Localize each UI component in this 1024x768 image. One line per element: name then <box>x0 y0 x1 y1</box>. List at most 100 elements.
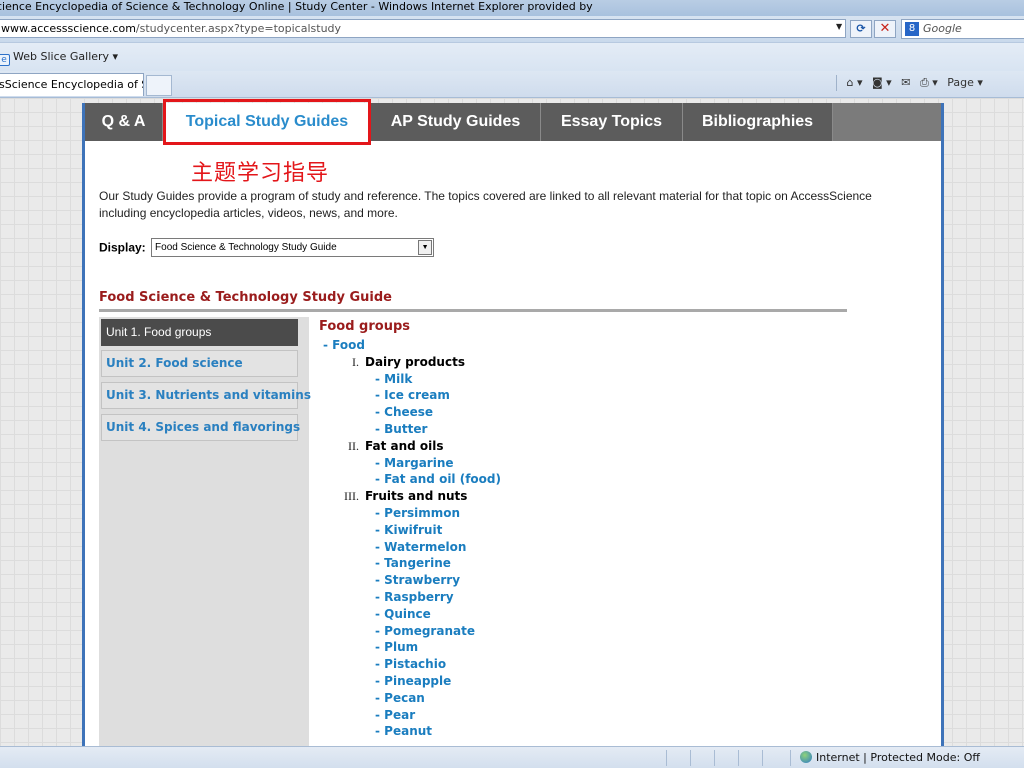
category-numeral: I. <box>352 354 359 369</box>
mail-icon[interactable]: ✉ <box>901 76 910 89</box>
category-numeral: II. <box>348 438 359 453</box>
status-divider <box>762 750 763 766</box>
google-icon: 8 <box>905 22 919 36</box>
topic-link[interactable]: - Butter <box>375 422 427 436</box>
search-placeholder: Google <box>923 22 962 35</box>
topic-link[interactable]: - Watermelon <box>375 540 466 554</box>
status-divider <box>790 750 791 766</box>
tab-topical-study-guides[interactable]: Topical Study Guides <box>163 103 371 141</box>
list-item: - Watermelon <box>319 539 839 556</box>
topic-link[interactable]: - Tangerine <box>375 556 451 570</box>
browser-tab-title: sScience Encyclopedia of Sci... <box>0 78 143 91</box>
study-guide-select-value: Food Science & Technology Study Guide <box>155 242 337 253</box>
search-input[interactable]: 8 Google <box>901 19 1024 39</box>
chevron-down-icon: ▼ <box>418 240 433 255</box>
unit-item-spices-flavorings[interactable]: Unit 4. Spices and flavorings <box>101 414 300 441</box>
tab-bibliographies[interactable]: Bibliographies <box>683 103 833 141</box>
globe-icon <box>800 751 812 763</box>
ie-icon: e <box>0 54 10 66</box>
tab-qa[interactable]: Q & A <box>85 103 163 141</box>
guide-divider <box>99 309 847 312</box>
topic-link[interactable]: - Pecan <box>375 691 425 705</box>
topic-outline: Food groups - Food I. Dairy products - Mil… <box>319 317 839 740</box>
list-item: - Milk <box>319 371 839 388</box>
topic-link[interactable]: - Peanut <box>375 724 432 738</box>
status-divider <box>690 750 691 766</box>
topic-link[interactable]: - Milk <box>375 372 412 386</box>
command-separator <box>836 75 837 91</box>
status-text: Internet | Protected Mode: Off <box>816 751 980 764</box>
tab-essay-topics[interactable]: Essay Topics <box>541 103 683 141</box>
browser-tab-row: sScience Encyclopedia of Sci... ⌂ ▾ ◙ ▾ … <box>0 71 1024 98</box>
study-guide-select[interactable]: Food Science & Technology Study Guide ▼ <box>151 238 435 257</box>
new-tab-button[interactable] <box>146 75 172 96</box>
list-item: - Pistachio <box>319 656 839 673</box>
topic-link[interactable]: - Quince <box>375 607 431 621</box>
topic-link[interactable]: - Cheese <box>375 405 433 419</box>
list-item: - Raspberry <box>319 589 839 606</box>
unit-item-food-groups[interactable]: Unit 1. Food groups <box>101 319 298 346</box>
topic-link[interactable]: - Pistachio <box>375 657 446 671</box>
address-path: /studycenter.aspx?type=topicalstudy <box>135 22 342 35</box>
print-icon[interactable]: ⎙ ▾ <box>920 76 938 90</box>
intro-text: Our Study Guides provide a program of st… <box>99 189 872 220</box>
refresh-icon: ⟳ <box>856 22 866 35</box>
web-slice-gallery-label: Web Slice Gallery ▾ <box>13 50 119 63</box>
study-center-panel: Q & A Topical Study Guides AP Study Guid… <box>82 99 944 746</box>
topic-link-food[interactable]: - Food <box>323 338 365 352</box>
window-title: cience Encyclopedia of Science & Technol… <box>0 0 593 13</box>
list-item: - Butter <box>319 421 839 438</box>
command-bar: ⌂ ▾ ◙ ▾ ✉ ⎙ ▾ Page ▾ <box>830 75 983 95</box>
refresh-button[interactable]: ⟳ <box>850 20 872 38</box>
topic-link[interactable]: - Pomegranate <box>375 624 475 638</box>
home-icon[interactable]: ⌂ ▾ <box>847 76 863 89</box>
address-row: www.accessscience.com/studycenter.aspx?t… <box>0 16 1024 42</box>
topic-link[interactable]: - Plum <box>375 640 418 654</box>
category-row: I. Dairy products <box>319 354 839 371</box>
status-divider <box>738 750 739 766</box>
nav-bar-filler <box>833 103 941 141</box>
window-title-bar: cience Encyclopedia of Science & Technol… <box>0 0 1024 16</box>
topic-link[interactable]: - Strawberry <box>375 573 460 587</box>
section-title: Food groups <box>319 319 410 334</box>
chinese-annotation: 主题学习指导 <box>191 161 330 186</box>
topic-link[interactable]: - Fat and oil (food) <box>375 472 501 486</box>
list-item: - Ice cream <box>319 387 839 404</box>
address-dropdown-icon[interactable]: ▼ <box>836 22 842 31</box>
unit-item-food-science[interactable]: Unit 2. Food science <box>101 350 298 377</box>
display-selector-row: Display: Food Science & Technology Study… <box>99 238 435 257</box>
status-divider <box>666 750 667 766</box>
topic-link[interactable]: - Kiwifruit <box>375 523 442 537</box>
topic-link[interactable]: - Pineapple <box>375 674 451 688</box>
address-bar[interactable]: www.accessscience.com/studycenter.aspx?t… <box>0 19 846 38</box>
list-item: - Tangerine <box>319 555 839 572</box>
web-slice-gallery-link[interactable]: e Web Slice Gallery ▾ <box>0 50 118 66</box>
list-item: - Strawberry <box>319 572 839 589</box>
topic-link[interactable]: - Ice cream <box>375 388 450 402</box>
security-zone[interactable]: Internet | Protected Mode: Off <box>800 751 980 764</box>
stop-button[interactable]: ✕ <box>874 20 896 38</box>
favorites-bar: e Web Slice Gallery ▾ <box>0 42 1024 71</box>
category-row: II. Fat and oils <box>319 438 839 455</box>
tab-ap-study-guides[interactable]: AP Study Guides <box>371 103 541 141</box>
list-item: - Plum <box>319 639 839 656</box>
unit-sidebar: Unit 1. Food groups Unit 2. Food science… <box>99 317 311 746</box>
topic-link[interactable]: - Persimmon <box>375 506 460 520</box>
list-item: - Pecan <box>319 690 839 707</box>
status-divider <box>714 750 715 766</box>
address-domain: www.accessscience.com <box>1 22 136 35</box>
list-item: - Quince <box>319 606 839 623</box>
page-viewport: Q & A Topical Study Guides AP Study Guid… <box>0 98 1024 746</box>
display-label: Display: <box>99 240 146 255</box>
topic-link[interactable]: - Pear <box>375 708 415 722</box>
browser-tab-active[interactable]: sScience Encyclopedia of Sci... <box>0 73 144 96</box>
unit-item-nutrients-vitamins[interactable]: Unit 3. Nutrients and vitamins <box>101 382 311 409</box>
feeds-icon[interactable]: ◙ ▾ <box>872 76 892 89</box>
list-item: - Peanut <box>319 723 839 740</box>
list-item: - Pear <box>319 707 839 724</box>
list-item: - Cheese <box>319 404 839 421</box>
page-menu[interactable]: Page ▾ <box>947 76 983 89</box>
topic-link[interactable]: - Margarine <box>375 456 454 470</box>
list-item: - Persimmon <box>319 505 839 522</box>
topic-link[interactable]: - Raspberry <box>375 590 454 604</box>
